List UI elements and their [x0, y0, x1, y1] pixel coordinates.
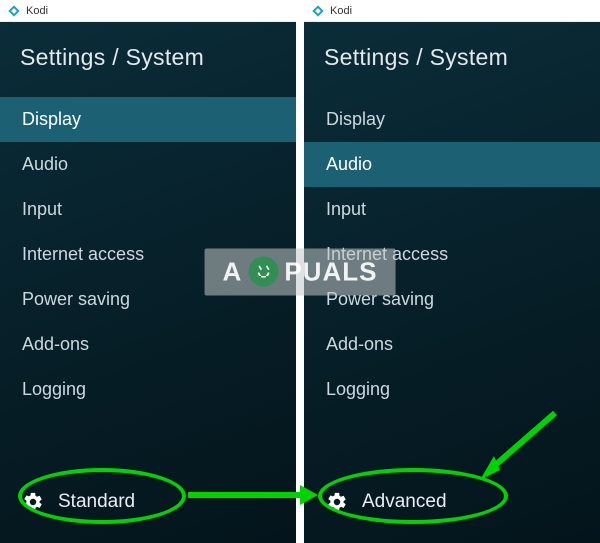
menu-item-add-ons[interactable]: Add-ons: [304, 322, 600, 367]
menu-item-label: Add-ons: [326, 334, 393, 354]
menu-item-add-ons[interactable]: Add-ons: [0, 322, 296, 367]
menu-item-internet-access[interactable]: Internet access: [0, 232, 296, 277]
settings-level-label: Advanced: [362, 491, 447, 513]
menu-item-display[interactable]: Display: [0, 97, 296, 142]
panel-left: Kodi Settings / System Display Audio Inp…: [0, 0, 296, 543]
settings-level-label: Standard: [58, 491, 135, 513]
gear-icon: [22, 491, 44, 513]
menu-item-label: Audio: [22, 154, 68, 174]
window-titlebar: Kodi: [0, 0, 296, 22]
menu-item-input[interactable]: Input: [0, 187, 296, 232]
settings-menu-left: Display Audio Input Internet access Powe…: [0, 97, 296, 543]
menu-item-audio[interactable]: Audio: [0, 142, 296, 187]
window-titlebar: Kodi: [304, 0, 600, 22]
window-title: Kodi: [330, 5, 352, 17]
menu-item-label: Input: [326, 199, 366, 219]
menu-item-power-saving[interactable]: Power saving: [304, 277, 600, 322]
menu-item-label: Internet access: [22, 244, 144, 264]
menu-item-label: Power saving: [22, 289, 130, 309]
settings-level-button[interactable]: Standard: [0, 473, 296, 543]
menu-item-logging[interactable]: Logging: [304, 367, 600, 412]
page-title: Settings / System: [0, 32, 296, 97]
menu-item-internet-access[interactable]: Internet access: [304, 232, 600, 277]
page-title: Settings / System: [304, 32, 600, 97]
menu-item-label: Add-ons: [22, 334, 89, 354]
menu-item-label: Internet access: [326, 244, 448, 264]
menu-item-label: Logging: [326, 379, 390, 399]
gear-icon: [326, 491, 348, 513]
panel-right: Kodi Settings / System Display Audio Inp…: [304, 0, 600, 543]
kodi-icon: [8, 5, 20, 17]
app-body-right: Settings / System Display Audio Input In…: [304, 22, 600, 543]
settings-level-button[interactable]: Advanced: [304, 473, 600, 543]
menu-item-label: Power saving: [326, 289, 434, 309]
menu-item-display[interactable]: Display: [304, 97, 600, 142]
menu-item-label: Logging: [22, 379, 86, 399]
window-title: Kodi: [26, 5, 48, 17]
menu-item-audio[interactable]: Audio: [304, 142, 600, 187]
app-body-left: Settings / System Display Audio Input In…: [0, 22, 296, 543]
menu-item-label: Display: [22, 109, 81, 129]
menu-item-label: Display: [326, 109, 385, 129]
kodi-icon: [312, 5, 324, 17]
menu-item-logging[interactable]: Logging: [0, 367, 296, 412]
menu-item-label: Input: [22, 199, 62, 219]
settings-menu-right: Display Audio Input Internet access Powe…: [304, 97, 600, 543]
menu-item-input[interactable]: Input: [304, 187, 600, 232]
menu-item-power-saving[interactable]: Power saving: [0, 277, 296, 322]
menu-item-label: Audio: [326, 154, 372, 174]
